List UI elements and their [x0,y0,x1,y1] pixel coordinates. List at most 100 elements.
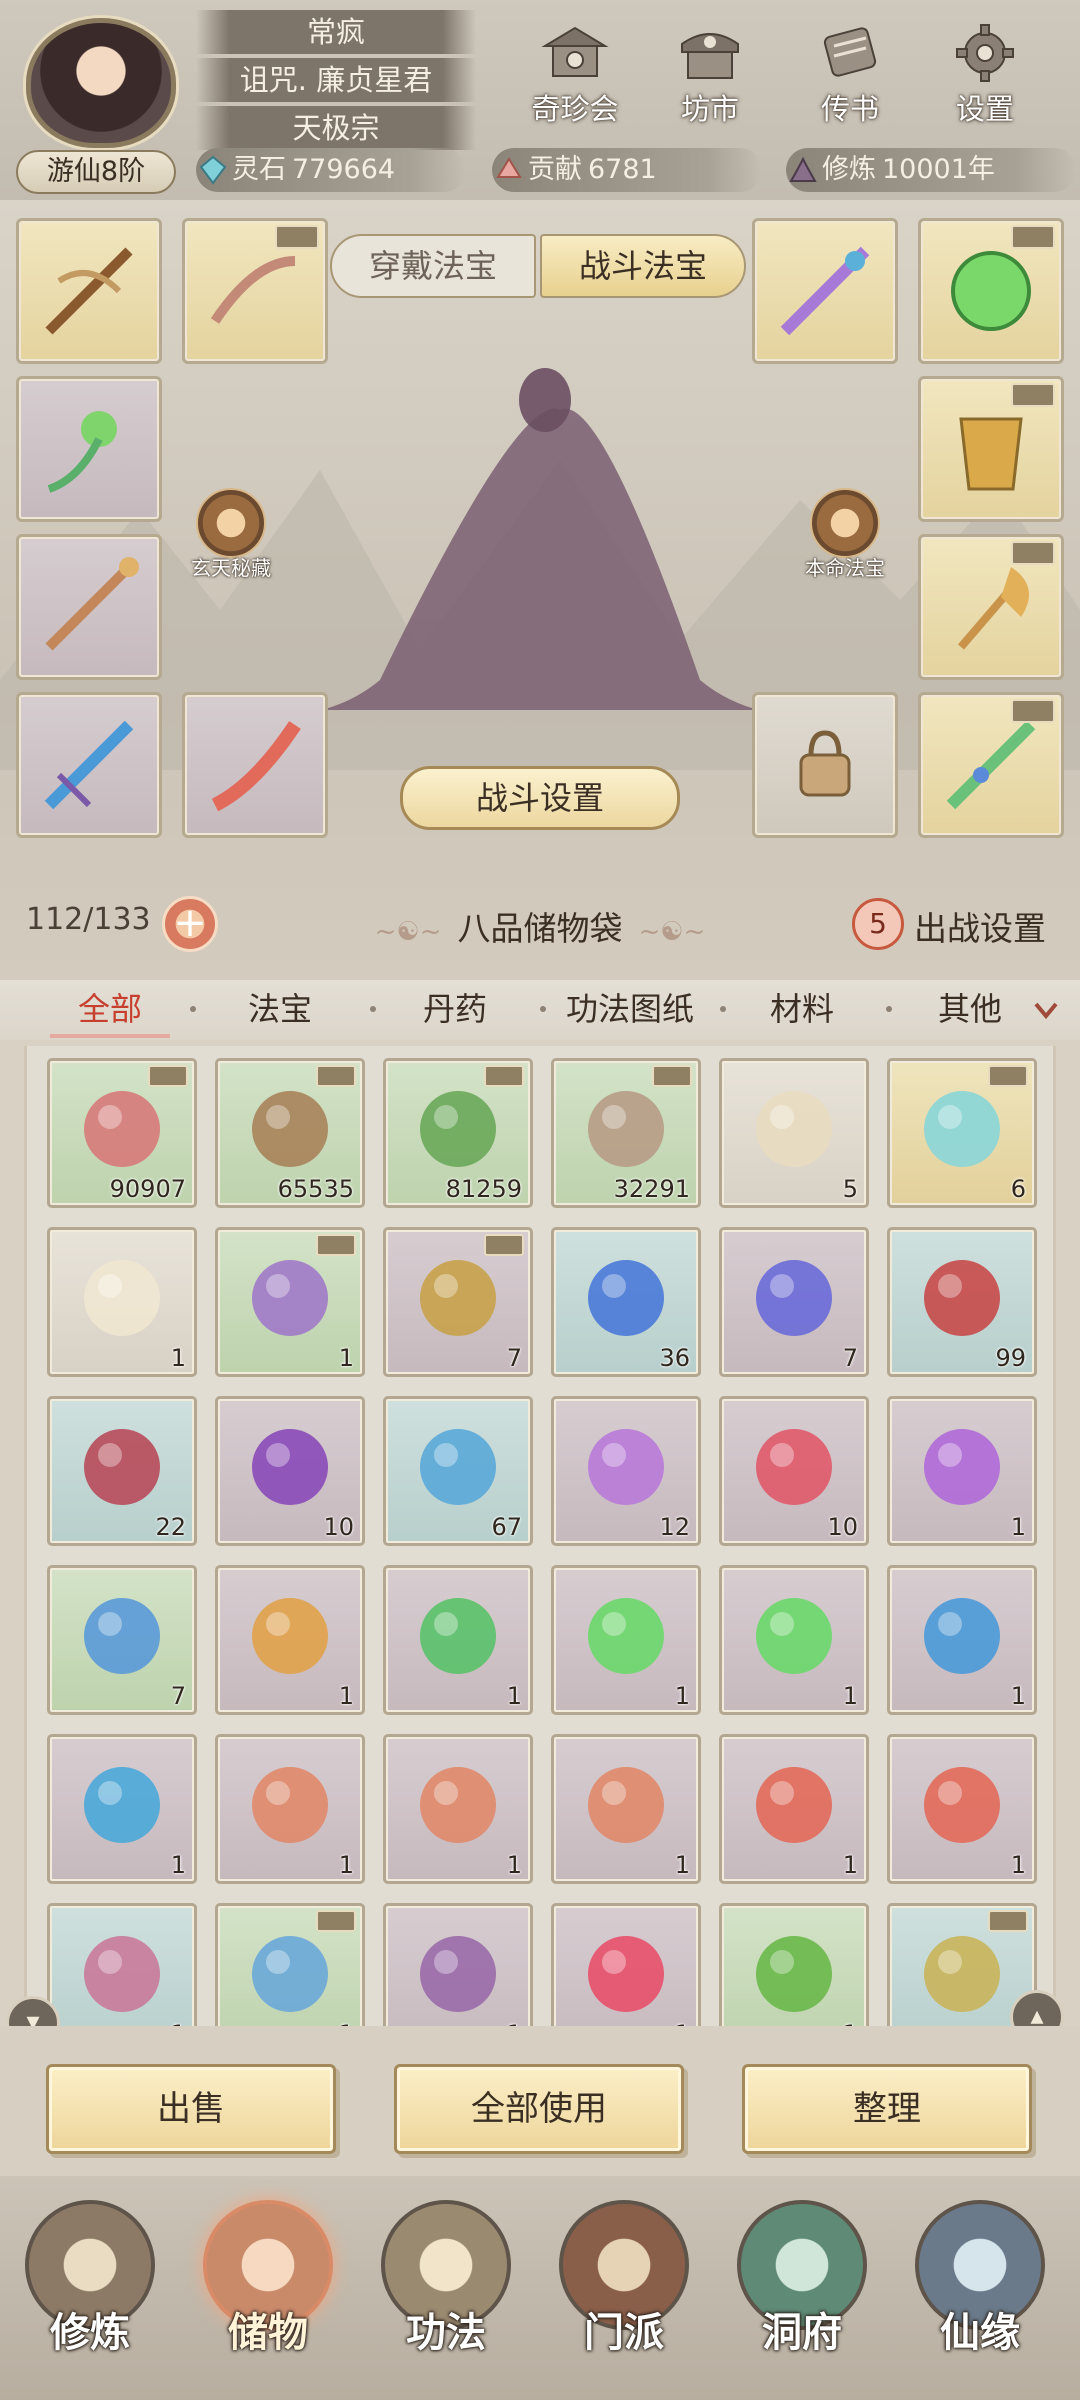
spirit-stone-icon [199,155,227,185]
inventory-item[interactable]: 1 [215,1565,365,1715]
tab-treasure[interactable]: 法宝 [240,980,320,1038]
player-avatar-frame[interactable]: 游仙8阶 [8,8,194,194]
tab-others[interactable]: 其他 [930,980,1010,1038]
item-quantity: 1 [338,1851,354,1879]
equip-slot[interactable] [918,692,1064,838]
inventory-item[interactable]: 10 [719,1396,869,1546]
inventory-item[interactable]: 1 [719,1903,869,2026]
currency-contribution: 贡献 6781 [492,148,762,192]
mystic-vault-icon[interactable] [196,488,266,558]
item-quantity: 99 [995,1344,1026,1372]
equip-slot[interactable] [918,218,1064,364]
equip-slot[interactable] [752,218,898,364]
inventory-item[interactable]: 6 [887,1058,1037,1208]
bottom-nav-cultivate[interactable]: 修炼 [2,2200,178,2390]
equip-slot[interactable] [182,692,328,838]
currency-cultivation: 修炼 10001年 [786,148,1076,192]
tab-battle-treasure[interactable]: 战斗法宝 [540,234,746,298]
inventory-item[interactable]: 1 [383,1903,533,2026]
inventory-item[interactable]: 90907 [47,1058,197,1208]
equip-slot[interactable] [16,218,162,364]
ornament-icon: ~☯~ [638,917,706,947]
item-quantity: 1 [338,1344,354,1372]
inventory-item[interactable]: 1 [215,1903,365,2026]
bottom-nav-storage[interactable]: 储物 [180,2200,356,2390]
locked-slot[interactable] [752,692,898,838]
equip-slot[interactable] [16,692,162,838]
inventory-item[interactable]: 12 [551,1396,701,1546]
equipment-tabs: 穿戴法宝 战斗法宝 [330,234,750,298]
cultivation-icon [789,156,817,182]
bottom-nav: 修炼 储物 功法 门派 洞府 仙缘 [0,2176,1080,2400]
equip-slot[interactable] [182,218,328,364]
mystic-vault-label: 玄天秘藏 [191,556,271,580]
inventory-item[interactable]: 81259 [383,1058,533,1208]
lock-tag [1011,225,1055,249]
equip-slot[interactable] [918,376,1064,522]
sell-button[interactable]: 出售 [46,2064,336,2154]
inventory-item[interactable]: 1 [551,1903,701,2026]
inventory-item[interactable]: 1 [47,1903,197,2026]
inventory-item[interactable]: 1 [551,1734,701,1884]
inventory-item[interactable]: 10 [215,1396,365,1546]
player-sect: 天极宗 [196,106,476,150]
inventory-item[interactable]: 1 [47,1227,197,1377]
tab-materials[interactable]: 材料 [762,980,842,1038]
bottom-nav-technique[interactable]: 功法 [358,2200,534,2390]
expand-bag-button[interactable]: + [162,896,218,952]
deploy-settings-button[interactable]: 出战设置 [914,902,1046,950]
item-quantity: 1 [1010,1513,1026,1541]
inventory-item[interactable]: 32291 [551,1058,701,1208]
nav-market[interactable]: 坊市 [650,22,770,132]
tab-all[interactable]: 全部 [50,980,170,1038]
bottom-nav-cave[interactable]: 洞府 [714,2200,890,2390]
inventory-item[interactable]: 1 [887,1565,1037,1715]
inventory-item[interactable]: 99 [887,1227,1037,1377]
chevron-down-icon[interactable] [1030,994,1062,1026]
equip-slot[interactable] [918,534,1064,680]
inventory-item[interactable]: 1 [719,1565,869,1715]
inventory-item[interactable]: 65535 [215,1058,365,1208]
nav-label: 设置 [955,92,1014,126]
inventory-item[interactable]: 1 [887,1734,1037,1884]
inventory-item[interactable]: 1 [215,1734,365,1884]
nav-label: 坊市 [680,92,739,126]
nav-settings[interactable]: 设置 [925,22,1045,132]
category-tabs: 全部 法宝 丹药 功法图纸 材料 其他 [0,980,1080,1040]
inventory-item[interactable]: 7 [47,1565,197,1715]
use-all-button[interactable]: 全部使用 [394,2064,684,2154]
red-dagger-icon [211,721,301,812]
inventory-item[interactable]: 36 [551,1227,701,1377]
sort-button[interactable]: 整理 [742,2064,1032,2154]
inventory-item[interactable]: 22 [47,1396,197,1546]
equip-slot[interactable] [16,534,162,680]
nav-treasure-pavilion[interactable]: 奇珍会 [515,22,635,132]
tab-wear-treasure[interactable]: 穿戴法宝 [330,234,536,298]
inventory-item[interactable]: 5 [719,1058,869,1208]
natal-treasure-icon[interactable] [810,488,880,558]
bottom-nav-sect[interactable]: 门派 [536,2200,712,2390]
deploy-count-badge[interactable]: 5 [852,898,904,950]
tab-pills[interactable]: 丹药 [415,980,495,1038]
inventory-item[interactable]: 1 [215,1227,365,1377]
inventory-item[interactable]: 1 [47,1734,197,1884]
inventory-item[interactable]: 1 [383,1734,533,1884]
inventory-item[interactable]: 1 [887,1396,1037,1546]
inventory-item[interactable]: 1 [719,1734,869,1884]
item-quantity: 1 [506,1851,522,1879]
equip-slot[interactable] [16,376,162,522]
tab-technique-blueprints[interactable]: 功法图纸 [555,980,705,1038]
player-info: 常疯 诅咒. 廉贞星君 天极宗 [196,10,476,154]
inventory-item[interactable]: 7 [719,1227,869,1377]
bottom-nav-fate[interactable]: 仙缘 [892,2200,1068,2390]
inventory-item[interactable]: 7 [383,1227,533,1377]
inventory-item[interactable]: 1 [551,1565,701,1715]
avatar[interactable] [26,18,176,148]
battle-settings-button[interactable]: 战斗设置 [400,766,680,830]
lock-tag [652,1065,692,1087]
bag-title: 八品储物袋 [457,909,623,948]
nav-letters[interactable]: 传书 [790,22,910,132]
lock-tag [1011,699,1055,723]
inventory-item[interactable]: 1 [383,1565,533,1715]
inventory-item[interactable]: 67 [383,1396,533,1546]
